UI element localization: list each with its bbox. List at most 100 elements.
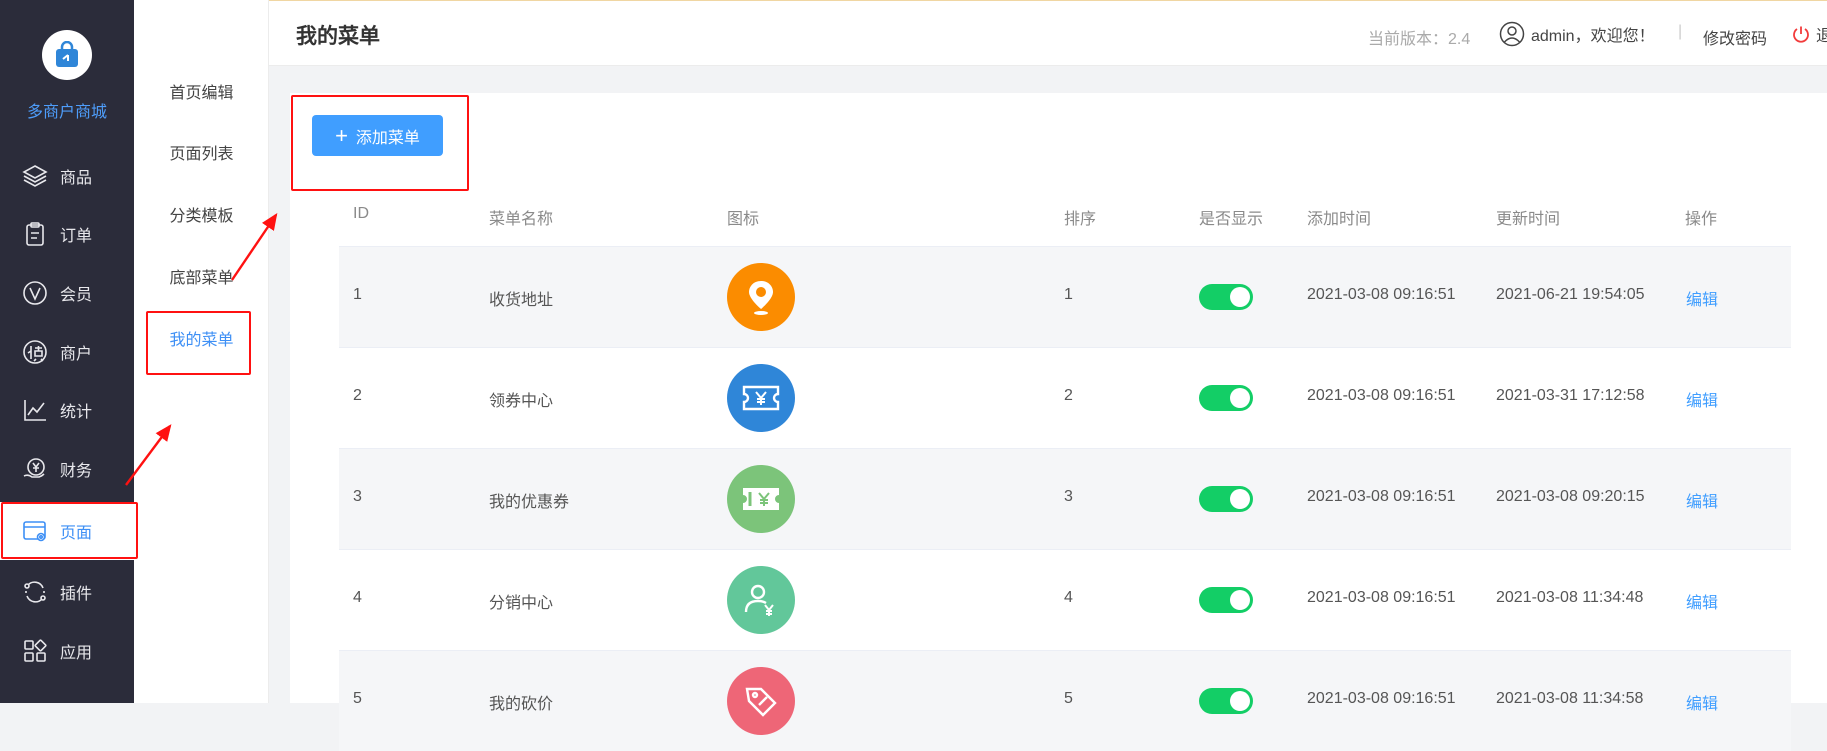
top-header: 我的菜单 当前版本：2.4 admin，欢迎您！ | 修改密码 退 (269, 0, 1827, 66)
table-row: 4 分销中心 4 2021-03-08 09:16:51 2021-03-08 … (339, 549, 1791, 650)
column-header-sort: 排序 (1064, 211, 1097, 228)
vip-icon (20, 278, 50, 308)
supplier-icon (20, 337, 50, 367)
layers-icon (20, 161, 50, 191)
cell-updated: 2021-03-31 17:12:58 (1496, 387, 1645, 404)
user-avatar-icon (1499, 21, 1525, 47)
cell-id: 1 (353, 286, 362, 303)
cell-sort: 2 (1064, 387, 1073, 404)
logout-button[interactable]: 退 (1792, 22, 1827, 46)
column-header-icon: 图标 (727, 211, 760, 228)
sidebar-item-apps[interactable]: 应用 (0, 622, 134, 680)
submenu-item-home-edit[interactable]: 首页编辑 (134, 82, 269, 106)
user-greeting[interactable]: admin，欢迎您！ (1499, 21, 1655, 47)
sidebar-item-statistics[interactable]: 统计 (0, 381, 134, 439)
submenu-item-category-template[interactable]: 分类模板 (134, 205, 269, 229)
sidebar-item-label: 应用 (60, 645, 93, 662)
sidebar-item-members[interactable]: 会员 (0, 264, 134, 322)
visibility-toggle[interactable] (1199, 688, 1253, 714)
highlight-box-add-button (291, 95, 469, 191)
clipboard-icon (20, 219, 50, 249)
column-header-id: ID (353, 205, 369, 222)
cell-created: 2021-03-08 09:16:51 (1307, 589, 1456, 606)
cell-name: 分销中心 (489, 595, 554, 612)
cell-updated: 2021-03-08 11:34:58 (1496, 690, 1644, 707)
toggle-knob (1230, 287, 1250, 307)
sidebar-item-orders[interactable]: 订单 (0, 205, 134, 263)
sidebar-item-label: 插件 (60, 586, 93, 603)
sidebar-item-plugins[interactable]: 插件 (0, 563, 134, 621)
sidebar-item-merchants[interactable]: 商户 (0, 323, 134, 381)
cell-created: 2021-03-08 09:16:51 (1307, 690, 1456, 707)
edit-link[interactable]: 编辑 (1686, 589, 1718, 613)
edit-link[interactable]: 编辑 (1686, 387, 1718, 411)
sidebar-item-label: 商户 (60, 346, 93, 363)
cell-id: 3 (353, 488, 362, 505)
plugin-icon (20, 577, 50, 607)
main-sidebar: 多商户商城 商品 订单 会员 商户 统计 财务 页面 插件 应用 (0, 0, 134, 703)
sidebar-item-label: 财务 (60, 463, 93, 480)
cell-name: 领券中心 (489, 393, 554, 410)
table-row: 1 收货地址 1 2021-03-08 09:16:51 2021-06-21 … (339, 246, 1791, 347)
cell-sort: 3 (1064, 488, 1073, 505)
visibility-toggle[interactable] (1199, 587, 1253, 613)
toggle-knob (1230, 691, 1250, 711)
column-header-action: 操作 (1685, 211, 1718, 228)
distributor-icon (727, 566, 795, 634)
cell-sort: 1 (1064, 286, 1073, 303)
sidebar-item-label: 统计 (60, 404, 93, 421)
sidebar-item-goods[interactable]: 商品 (0, 147, 134, 205)
highlight-box-my-menu (146, 311, 251, 375)
cell-created: 2021-03-08 09:16:51 (1307, 387, 1456, 404)
finance-icon (20, 454, 50, 484)
voucher-icon (727, 465, 795, 533)
submenu-item-bottom-menu[interactable]: 底部菜单 (134, 267, 269, 291)
brand[interactable]: 多商户商城 (0, 0, 134, 128)
cell-name: 收货地址 (489, 292, 554, 309)
cell-id: 5 (353, 690, 362, 707)
change-password-link[interactable]: 修改密码 (1703, 25, 1767, 49)
toggle-knob (1230, 590, 1250, 610)
cell-created: 2021-03-08 09:16:51 (1307, 488, 1456, 505)
page-title: 我的菜单 (296, 25, 380, 48)
edit-link[interactable]: 编辑 (1686, 286, 1718, 310)
header-separator: | (1678, 23, 1683, 40)
cell-updated: 2021-03-08 09:20:15 (1496, 488, 1645, 505)
shopping-bag-logo-icon (42, 30, 92, 80)
cell-updated: 2021-03-08 11:34:48 (1496, 589, 1644, 606)
bargain-tag-icon (727, 667, 795, 735)
power-icon (1793, 26, 1809, 43)
column-header-name: 菜单名称 (489, 211, 554, 228)
table-row: 5 我的砍价 5 2021-03-08 09:16:51 2021-03-08 … (339, 650, 1791, 751)
sidebar-item-label: 商品 (60, 170, 93, 187)
cell-id: 4 (353, 589, 362, 606)
apps-icon (20, 636, 50, 666)
edit-link[interactable]: 编辑 (1686, 488, 1718, 512)
visibility-toggle[interactable] (1199, 486, 1253, 512)
toggle-knob (1230, 388, 1250, 408)
cell-updated: 2021-06-21 19:54:05 (1496, 286, 1645, 303)
cell-sort: 4 (1064, 589, 1073, 606)
column-header-visible: 是否显示 (1199, 211, 1264, 228)
column-header-updated: 更新时间 (1496, 211, 1561, 228)
highlight-box-pages (1, 502, 138, 559)
table-row: 3 我的优惠券 3 2021-03-08 09:16:51 2021-03-08… (339, 448, 1791, 549)
sidebar-item-finance[interactable]: 财务 (0, 440, 134, 498)
visibility-toggle[interactable] (1199, 385, 1253, 411)
user-greeting-text: admin，欢迎您！ (1531, 28, 1655, 45)
cell-id: 2 (353, 387, 362, 404)
visibility-toggle[interactable] (1199, 284, 1253, 310)
cell-name: 我的优惠券 (489, 494, 570, 511)
cell-name: 我的砍价 (489, 696, 554, 713)
sidebar-item-label: 订单 (60, 228, 93, 245)
submenu-item-page-list[interactable]: 页面列表 (134, 143, 269, 167)
coupon-ticket-icon (727, 364, 795, 432)
column-header-created: 添加时间 (1307, 211, 1372, 228)
line-chart-icon (20, 395, 50, 425)
cell-sort: 5 (1064, 690, 1073, 707)
edit-link[interactable]: 编辑 (1686, 690, 1718, 714)
brand-name: 多商户商城 (26, 104, 107, 121)
location-pin-icon (727, 263, 795, 331)
toggle-knob (1230, 489, 1250, 509)
logout-label: 退 (1816, 28, 1827, 45)
